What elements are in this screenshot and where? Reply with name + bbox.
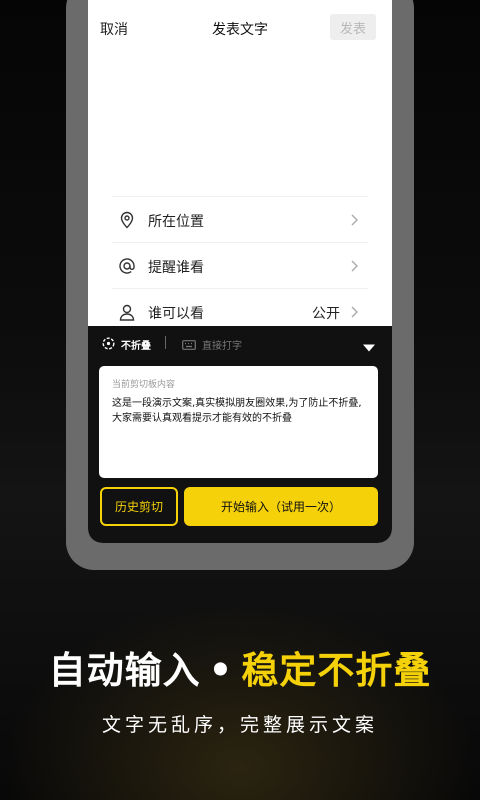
clipboard-text: 这是一段演示文案,真实模拟朋友圈效果,为了防止不折叠,大家需要认真观看提示才能有…	[112, 398, 362, 424]
option-value: 公开	[312, 306, 340, 322]
person-icon	[116, 301, 138, 323]
promo-subline: 文字无乱序，完整展示文案	[101, 714, 378, 736]
tab-nofold[interactable]: 不折叠	[102, 335, 151, 354]
at-icon	[116, 255, 138, 277]
panel-tabs: 不折叠 直接打字	[88, 326, 392, 360]
history-clip-button[interactable]: 历史剪切	[100, 487, 178, 526]
top-bar: 取消 发表文字 发表	[88, 0, 392, 56]
headline-dot: •	[208, 649, 234, 692]
clipboard-box[interactable]: 当前剪切板内容 这是一段演示文案,真实模拟朋友圈效果,为了防止不折叠,大家需要认…	[99, 366, 378, 478]
publish-button[interactable]: 发表	[330, 14, 376, 40]
chevron-right-icon	[348, 211, 362, 229]
option-location[interactable]: 所在位置	[112, 196, 368, 242]
location-pin-icon	[116, 209, 138, 231]
keyboard-icon	[182, 335, 196, 354]
headline-right: 稳定不折叠	[241, 649, 432, 692]
option-label: 谁可以看	[148, 306, 204, 322]
clipboard-header: 当前剪切板内容	[112, 380, 176, 390]
headline-left: 自动输入	[48, 649, 201, 692]
option-label: 提醒谁看	[148, 260, 204, 276]
collapse-triangle-icon[interactable]	[362, 338, 376, 352]
option-label: 所在位置	[148, 214, 204, 230]
promo-headline: 自动输入 • 稳定不折叠	[0, 640, 480, 694]
chevron-right-icon	[348, 257, 362, 275]
tab-nofold-label: 不折叠	[121, 341, 151, 352]
input-panel: 不折叠 直接打字 当前剪切板内容 这是一段演示文案,真实模拟朋友圈效果,为了防止…	[88, 326, 392, 543]
tab-direct-typing[interactable]: 直接打字	[182, 335, 242, 354]
phone-screen: 取消 发表文字 发表 所在位置 提醒谁看 谁可以看 公开 不折叠 直接打字 当前…	[88, 0, 392, 543]
option-remind[interactable]: 提醒谁看	[112, 242, 368, 288]
tab-divider	[165, 336, 166, 349]
aperture-icon	[102, 335, 115, 354]
chevron-right-icon	[348, 303, 362, 321]
tab-direct-label: 直接打字	[202, 341, 242, 352]
start-input-button[interactable]: 开始输入（试用一次）	[184, 487, 378, 526]
